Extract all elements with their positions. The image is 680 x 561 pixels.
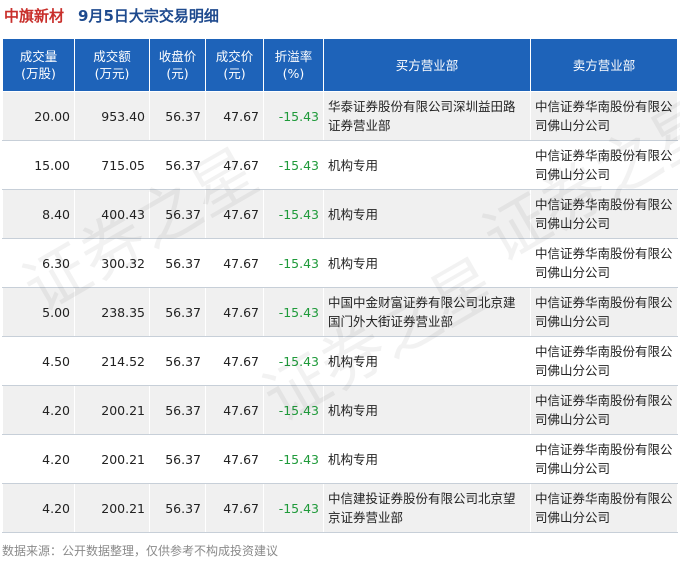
cell-close-price: 56.37 <box>149 189 206 239</box>
header-text: (万元) <box>94 66 130 81</box>
cell-premium-rate: -15.43 <box>263 91 324 141</box>
cell-buyer-branch: 机构专用 <box>323 238 531 288</box>
cell-premium-rate: -15.43 <box>263 140 324 190</box>
header-text: (元) <box>166 66 189 81</box>
cell-close-price: 56.37 <box>149 238 206 288</box>
header-volume: 成交量 (万股) <box>2 38 75 92</box>
table-row: 4.20 200.21 56.37 47.67 -15.43 机构专用 中信证券华南股份有限… <box>2 434 678 484</box>
header-text: (元) <box>223 66 246 81</box>
header-text: 买方营业部 <box>395 57 459 73</box>
cell-seller-branch: 中信证券华南股份有限公司佛山分公司 <box>530 385 678 435</box>
cell-close-price: 56.37 <box>149 287 206 337</box>
table-header-row: 成交量 (万股) 成交额 (万元) 收盘价 (元) 成交价 (元) 折溢率 (%) 买方营业部 卖方营… <box>2 38 678 92</box>
header-buyer-branch: 买方营业部 <box>323 38 531 92</box>
header-premium-rate: 折溢率 (%) <box>263 38 324 92</box>
cell-deal-price: 47.67 <box>205 385 264 435</box>
cell-close-price: 56.37 <box>149 434 206 484</box>
cell-buyer-branch: 机构专用 <box>323 189 531 239</box>
cell-seller-branch: 中信证券华南股份有限公司佛山分公司 <box>530 483 678 533</box>
cell-volume: 4.50 <box>2 336 75 386</box>
cell-close-price: 56.37 <box>149 385 206 435</box>
header-close-price: 收盘价 (元) <box>149 38 206 92</box>
cell-volume: 8.40 <box>2 189 75 239</box>
cell-deal-price: 47.67 <box>205 287 264 337</box>
cell-amount: 715.05 <box>74 140 150 190</box>
header-text: (万股) <box>21 66 56 81</box>
cell-buyer-branch: 中国中金财富证券有限公司北京建国门外大街证券营业部 <box>323 287 531 337</box>
cell-deal-price: 47.67 <box>205 336 264 386</box>
block-trade-table: 成交量 (万股) 成交额 (万元) 收盘价 (元) 成交价 (元) 折溢率 (%) 买方营业部 卖方营… <box>2 38 678 533</box>
cell-amount: 200.21 <box>74 385 150 435</box>
cell-volume: 6.30 <box>2 238 75 288</box>
cell-close-price: 56.37 <box>149 91 206 141</box>
header-text: 卖方营业部 <box>572 57 636 73</box>
table-row: 4.20 200.21 56.37 47.67 -15.43 中信建投证券股份有限公司北京… <box>2 483 678 533</box>
header-deal-price: 成交价 (元) <box>205 38 264 92</box>
header-text: 收盘价 <box>158 49 197 64</box>
cell-seller-branch: 中信证券华南股份有限公司佛山分公司 <box>530 287 678 337</box>
header-text: 成交量 <box>19 49 58 64</box>
table-row: 5.00 238.35 56.37 47.67 -15.43 中国中金财富证券有限公司北京… <box>2 287 678 337</box>
header-seller-branch: 卖方营业部 <box>530 38 678 92</box>
cell-close-price: 56.37 <box>149 483 206 533</box>
cell-seller-branch: 中信证券华南股份有限公司佛山分公司 <box>530 434 678 484</box>
header-text: 成交价 <box>215 49 254 64</box>
cell-amount: 400.43 <box>74 189 150 239</box>
cell-premium-rate: -15.43 <box>263 189 324 239</box>
cell-premium-rate: -15.43 <box>263 287 324 337</box>
cell-amount: 214.52 <box>74 336 150 386</box>
cell-premium-rate: -15.43 <box>263 238 324 288</box>
header-amount: 成交额 (万元) <box>74 38 150 92</box>
cell-amount: 238.35 <box>74 287 150 337</box>
cell-premium-rate: -15.43 <box>263 434 324 484</box>
cell-buyer-branch: 华泰证券股份有限公司深圳益田路证券营业部 <box>323 91 531 141</box>
page-title: 9月5日大宗交易明细 <box>78 6 219 25</box>
stock-name: 中旗新材 <box>4 6 65 25</box>
cell-close-price: 56.37 <box>149 336 206 386</box>
cell-deal-price: 47.67 <box>205 434 264 484</box>
cell-buyer-branch: 机构专用 <box>323 385 531 435</box>
cell-volume: 4.20 <box>2 385 75 435</box>
cell-premium-rate: -15.43 <box>263 336 324 386</box>
cell-volume: 15.00 <box>2 140 75 190</box>
cell-amount: 200.21 <box>74 434 150 484</box>
source-note: 数据来源：公开数据整理，仅供参考不构成投资建议 <box>2 544 279 558</box>
cell-buyer-branch: 机构专用 <box>323 336 531 386</box>
table-row: 20.00 953.40 56.37 47.67 -15.43 华泰证券股份有限公司深圳益… <box>2 91 678 141</box>
table-row: 4.50 214.52 56.37 47.67 -15.43 机构专用 中信证券华南股份有限… <box>2 336 678 386</box>
cell-amount: 953.40 <box>74 91 150 141</box>
cell-deal-price: 47.67 <box>205 483 264 533</box>
cell-volume: 4.20 <box>2 434 75 484</box>
table-row: 4.20 200.21 56.37 47.67 -15.43 机构专用 中信证券华南股份有限… <box>2 385 678 435</box>
cell-seller-branch: 中信证券华南股份有限公司佛山分公司 <box>530 140 678 190</box>
cell-deal-price: 47.67 <box>205 189 264 239</box>
cell-buyer-branch: 机构专用 <box>323 140 531 190</box>
title-bar: 中旗新材 9月5日大宗交易明细 <box>0 0 680 30</box>
cell-buyer-branch: 机构专用 <box>323 434 531 484</box>
cell-seller-branch: 中信证券华南股份有限公司佛山分公司 <box>530 189 678 239</box>
header-text: 折溢率 <box>274 49 313 64</box>
cell-seller-branch: 中信证券华南股份有限公司佛山分公司 <box>530 336 678 386</box>
cell-seller-branch: 中信证券华南股份有限公司佛山分公司 <box>530 238 678 288</box>
table-row: 15.00 715.05 56.37 47.67 -15.43 机构专用 中信证券华南股份有… <box>2 140 678 190</box>
cell-deal-price: 47.67 <box>205 140 264 190</box>
cell-deal-price: 47.67 <box>205 91 264 141</box>
cell-close-price: 56.37 <box>149 140 206 190</box>
table-body: 20.00 953.40 56.37 47.67 -15.43 华泰证券股份有限公司深圳益… <box>2 91 678 533</box>
cell-volume: 5.00 <box>2 287 75 337</box>
table-row: 8.40 400.43 56.37 47.67 -15.43 机构专用 中信证券华南股份有限… <box>2 189 678 239</box>
cell-amount: 200.21 <box>74 483 150 533</box>
cell-buyer-branch: 中信建投证券股份有限公司北京望京证券营业部 <box>323 483 531 533</box>
cell-amount: 300.32 <box>74 238 150 288</box>
header-text: (%) <box>282 66 305 81</box>
cell-deal-price: 47.67 <box>205 238 264 288</box>
table-row: 6.30 300.32 56.37 47.67 -15.43 机构专用 中信证券华南股份有限… <box>2 238 678 288</box>
cell-premium-rate: -15.43 <box>263 483 324 533</box>
cell-premium-rate: -15.43 <box>263 385 324 435</box>
cell-volume: 20.00 <box>2 91 75 141</box>
cell-volume: 4.20 <box>2 483 75 533</box>
cell-seller-branch: 中信证券华南股份有限公司佛山分公司 <box>530 91 678 141</box>
header-text: 成交额 <box>93 49 131 64</box>
